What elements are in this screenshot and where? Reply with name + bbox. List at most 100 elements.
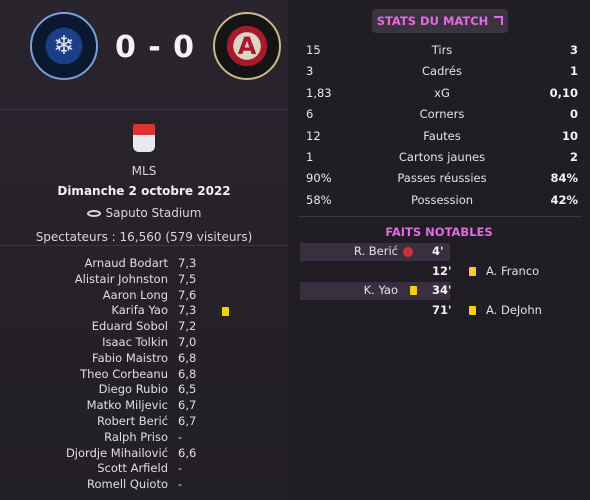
event-minute: 12' (432, 263, 452, 278)
stat-row: 90% Passes réussies 84% (306, 168, 578, 189)
player-name: Scott Arfield (97, 461, 168, 476)
player-rating-row[interactable]: Romell Quioto - (0, 477, 288, 493)
stats-table: 15 Tirs 3 3 Cadrés 1 1,83 xG 0,10 6 Corners 0 12 Faut… (306, 40, 578, 211)
facts-title: FAITS NOTABLES (385, 225, 493, 239)
player-rating-row[interactable]: Karifa Yao 7,3 (0, 303, 288, 319)
divider (0, 109, 288, 110)
player-rating: 7,3 (178, 256, 197, 270)
match-info: MLS Dimanche 2 octobre 2022 Saputo Stadi… (0, 120, 288, 244)
player-name: Fabio Maistro (92, 350, 168, 365)
stats-header-button[interactable]: STATS DU MATCH (372, 9, 508, 33)
yellow-card-icon (469, 266, 476, 276)
player-name: Matko Miljevic (86, 398, 168, 413)
player-name: Karifa Yao (111, 303, 168, 318)
competition-name: MLS (131, 164, 157, 178)
player-name: Aaron Long (102, 287, 168, 302)
player-name: Alistair Johnston (74, 271, 168, 286)
player-rating-row[interactable]: Fabio Maistro 6,8 (0, 351, 288, 367)
stadium-icon (86, 209, 101, 217)
player-rating: 6,8 (178, 366, 197, 381)
player-rating: 6,7 (178, 413, 197, 428)
player-name: Ralph Priso (104, 429, 168, 444)
stat-row: 15 Tirs 3 (306, 40, 578, 61)
player-name: Arnaud Bodart (84, 256, 168, 270)
scoreline: ❄ 0 - 0 A (0, 10, 288, 82)
stat-row: 12 Fautes 10 (306, 126, 578, 147)
stat-label: Cadrés (422, 64, 462, 79)
stat-away-value: 10 (561, 128, 578, 143)
stat-label: xG (434, 85, 450, 100)
event-minute: 4' (432, 244, 444, 258)
stat-label: Corners (419, 107, 465, 122)
stat-row: 3 Cadrés 1 (306, 61, 578, 82)
player-rating: 6,8 (178, 350, 197, 365)
stat-away-value: 0 (569, 107, 578, 122)
player-rating-row[interactable]: Alistair Johnston 7,5 (0, 272, 288, 288)
stat-label: Tirs (431, 43, 453, 57)
player-rating: 7,0 (178, 334, 197, 349)
attendance: Spectateurs : 16,560 (579 visiteurs) (35, 230, 253, 244)
yellow-card-icon (410, 286, 417, 295)
player-rating-row[interactable]: Isaac Tolkin 7,0 (0, 335, 288, 351)
stat-away-value: 2 (569, 149, 578, 164)
a-letter-icon: A (237, 32, 257, 60)
away-team-crest[interactable]: A (213, 12, 281, 80)
player-rating: 6,5 (178, 382, 197, 397)
yellow-card-icon (222, 307, 229, 317)
mls-logo-icon (133, 124, 155, 152)
home-team-crest[interactable]: ❄ (30, 12, 98, 80)
venue: Saputo Stadium (0, 206, 288, 220)
player-name: Isaac Tolkin (102, 334, 168, 349)
player-rating: - (178, 461, 183, 476)
venue-name: Saputo Stadium (105, 206, 202, 220)
player-ratings-list: Arnaud Bodart 7,3 Alistair Johnston 7,5 Aaro… (0, 256, 288, 493)
event-player[interactable]: A. Franco (486, 264, 539, 280)
score: 0 - 0 (114, 30, 196, 65)
stat-label: Possession (410, 192, 474, 207)
player-rating-row[interactable]: Theo Corbeanu 6,8 (0, 367, 288, 383)
stats-header-label: STATS DU MATCH (376, 14, 489, 28)
stat-row: 1,83 xG 0,10 (306, 83, 578, 104)
stat-row: 58% Possession 42% (306, 190, 578, 211)
divider (0, 245, 288, 246)
player-rating-row[interactable]: Matko Miljevic 6,7 (0, 398, 288, 414)
player-name: Djordje Mihailović (65, 445, 168, 460)
player-name: Theo Corbeanu (80, 366, 168, 381)
event-minute: 34' (432, 283, 452, 297)
chance-icon (403, 247, 413, 257)
player-rating: - (178, 429, 183, 444)
player-rating: 6,7 (178, 398, 197, 413)
stat-label: Fautes (423, 128, 461, 143)
player-name: Eduard Sobol (91, 319, 168, 334)
event-player[interactable]: A. DeJohn (486, 303, 542, 319)
stat-away-value: 3 (569, 43, 578, 57)
player-rating-row[interactable]: Diego Rubio 6,5 (0, 382, 288, 398)
player-rating: 7,5 (178, 271, 197, 286)
player-name: Robert Berić (97, 413, 168, 428)
player-rating: - (178, 477, 183, 492)
stat-label: Cartons jaunes (398, 149, 486, 164)
event-player[interactable]: K. Yao (364, 283, 398, 299)
stat-label: Passes réussies (397, 171, 487, 186)
player-rating-row[interactable]: Ralph Priso - (0, 430, 288, 446)
stat-away-value: 1 (569, 64, 578, 79)
player-rating-row[interactable]: Robert Berić 6,7 (0, 414, 288, 430)
player-rating: 7,6 (178, 287, 197, 302)
player-rating-row[interactable]: Djordje Mihailović 6,6 (0, 446, 288, 462)
player-rating-row[interactable]: Scott Arfield - (0, 461, 288, 477)
event-player[interactable]: R. Berić (354, 244, 398, 260)
yellow-card-icon (469, 305, 476, 315)
stat-row: 6 Corners 0 (306, 104, 578, 125)
stat-away-value: 0,10 (549, 85, 578, 100)
player-rating-row[interactable]: Aaron Long 7,6 (0, 288, 288, 304)
event-minute: 71' (432, 302, 452, 317)
player-name: Romell Quioto (87, 477, 168, 492)
snowflake-icon: ❄ (53, 31, 75, 61)
match-date: Dimanche 2 octobre 2022 (57, 184, 231, 198)
player-rating-row[interactable]: Arnaud Bodart 7,3 (0, 256, 288, 272)
divider (298, 216, 582, 217)
player-rating: 7,2 (178, 319, 197, 334)
player-rating-row[interactable]: Eduard Sobol 7,2 (0, 319, 288, 335)
player-rating: 6,6 (178, 445, 197, 460)
stat-away-value: 84% (550, 171, 578, 186)
